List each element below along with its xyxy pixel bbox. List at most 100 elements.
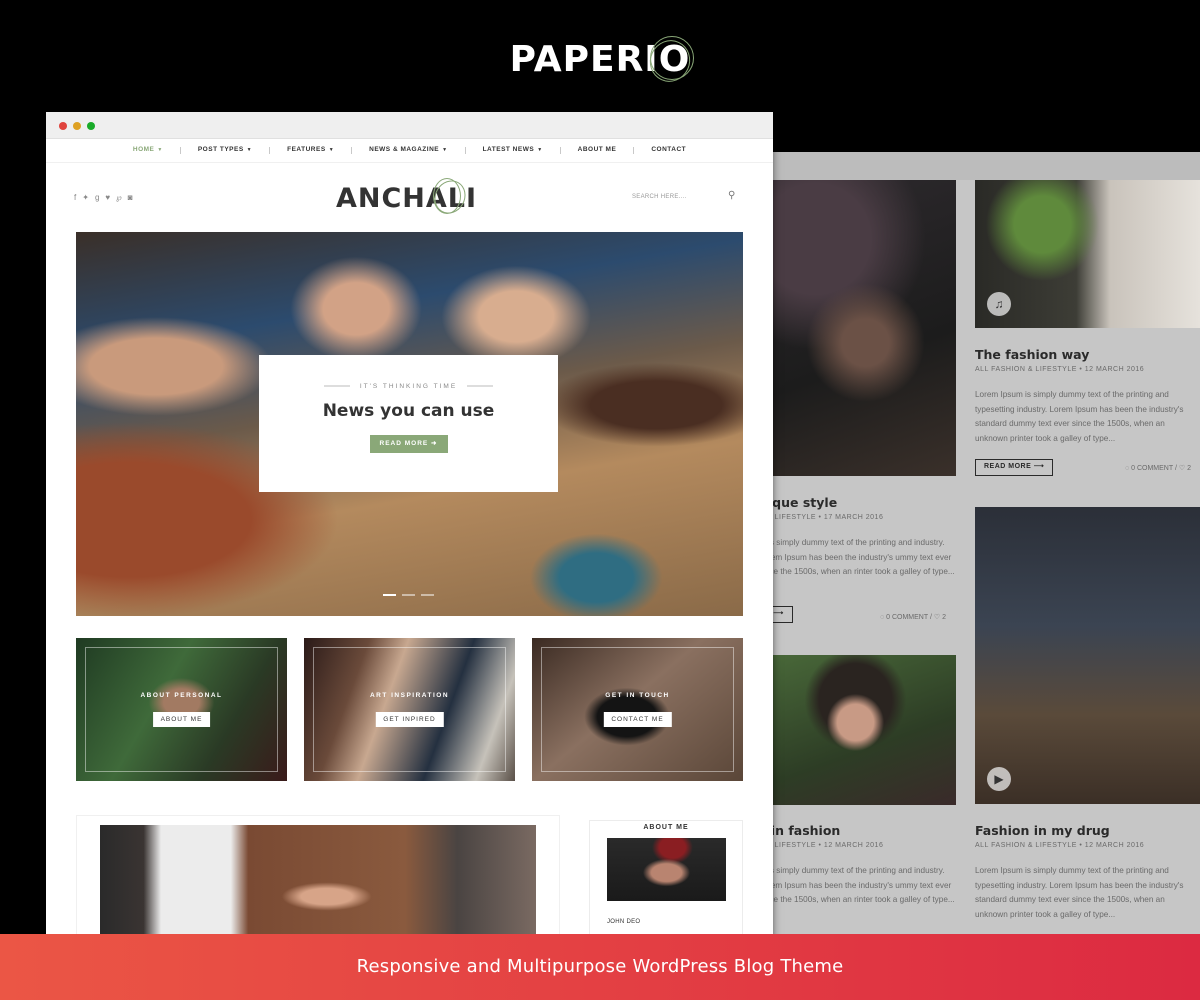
brand-logo: PAPERIO xyxy=(510,30,698,90)
browser-titlebar xyxy=(46,112,773,139)
promo-label: ART INSPIRATION xyxy=(369,692,450,699)
post-category[interactable]: ALL FASHION & LIFESTYLE xyxy=(975,366,1077,373)
brand-header: PAPERIO xyxy=(0,30,1200,90)
post-title[interactable]: The fashion way xyxy=(975,347,1089,362)
post-image-bike[interactable]: ♫ xyxy=(975,180,1200,328)
pinterest-icon[interactable]: ℘ xyxy=(116,193,128,202)
promo-frame xyxy=(541,647,734,772)
author-photo xyxy=(607,838,726,901)
post-meta: ALL FASHION & LIFESTYLE • 12 MARCH 2016 xyxy=(975,842,1144,849)
nav-divider xyxy=(269,147,271,154)
nav-divider xyxy=(633,147,635,154)
promo-frame xyxy=(313,647,506,772)
tagline-text: Responsive and Multipurpose WordPress Bl… xyxy=(356,956,844,977)
close-window-dot[interactable] xyxy=(59,122,67,130)
chevron-down-icon: ▼ xyxy=(537,147,543,153)
post-date: 12 MARCH 2016 xyxy=(1084,842,1145,849)
hero-kicker-text: IT'S THINKING TIME xyxy=(359,383,458,390)
heart-icon[interactable]: ♡ xyxy=(934,614,940,621)
author-name: JOHN DEO xyxy=(607,919,641,925)
instagram-icon[interactable]: ◙ xyxy=(128,193,139,202)
post-excerpt: Lorem Ipsum is simply dummy text of the … xyxy=(975,390,1184,443)
nav-features[interactable]: FEATURES ▼ xyxy=(287,146,334,153)
hero-kicker: IT'S THINKING TIME xyxy=(259,383,558,390)
search-icon[interactable]: ⚲ xyxy=(728,190,735,201)
chevron-down-icon: ▼ xyxy=(442,147,448,153)
kicker-line xyxy=(467,385,494,388)
meta-separator: • xyxy=(816,514,824,521)
slider-dot-3[interactable] xyxy=(421,594,434,596)
button-label: READ MORE xyxy=(379,440,429,447)
read-more-button[interactable]: READ MORE ⟶ xyxy=(975,459,1054,476)
nav-divider xyxy=(559,147,561,154)
heart-icon[interactable]: ♡ xyxy=(1179,465,1185,472)
post-meta: N & LIFESTYLE • 17 MARCH 2016 xyxy=(759,514,883,521)
browser-window: HOME ▼ POST TYPES ▼ FEATURES ▼ NEWS & MAGAZ… xyxy=(46,112,773,942)
slider-dot-1[interactable] xyxy=(383,594,396,596)
chevron-down-icon: ▼ xyxy=(328,147,335,153)
maximize-window-dot[interactable] xyxy=(87,122,95,130)
post-excerpt: m is simply dummy text of the printing a… xyxy=(759,866,955,904)
post-title[interactable]: Fashion in my drug xyxy=(975,823,1110,838)
post-image-legs[interactable]: ▶ xyxy=(975,507,1200,804)
arrow-right-icon: ➜ xyxy=(431,440,438,447)
promo-get-in-touch[interactable]: GET IN TOUCH CONTACT ME xyxy=(532,638,743,781)
post-meta: N & LIFESTYLE • 12 MARCH 2016 xyxy=(759,842,883,849)
showcase-stage: PAPERIO ♫ The fashion way ALL FASHION & … xyxy=(0,0,1200,1000)
search-input[interactable]: SEARCH HERE.... xyxy=(632,194,687,200)
nav-contact[interactable]: CONTACT xyxy=(651,146,686,153)
read-more-label: READ MORE xyxy=(984,463,1032,470)
slider-dot-2[interactable] xyxy=(402,594,415,596)
google-plus-icon[interactable]: g xyxy=(95,193,105,202)
post-category[interactable]: ALL FASHION & LIFESTYLE xyxy=(975,842,1077,849)
like-count: 2 xyxy=(942,614,946,621)
hero-read-more-button[interactable]: READ MORE ➜ xyxy=(369,435,448,453)
contact-me-button[interactable]: CONTACT ME xyxy=(603,712,672,727)
promo-about-personal[interactable]: ABOUT PERSONAL ABOUT ME xyxy=(76,638,287,781)
post-date: 12 MARCH 2016 xyxy=(1084,366,1145,373)
site-header: f✦g♥℘◙ ANCHALI SEARCH HERE.... ⚲ xyxy=(46,163,773,231)
meta-separator: • xyxy=(1076,842,1085,849)
play-icon[interactable]: ▶ xyxy=(987,767,1011,791)
nav-divider xyxy=(179,147,181,154)
post-date: 17 MARCH 2016 xyxy=(823,514,884,521)
nav-news-magazine[interactable]: NEWS & MAGAZINE ▼ xyxy=(369,146,447,153)
kicker-line xyxy=(323,385,350,388)
promo-label: ABOUT PERSONAL xyxy=(140,692,223,699)
post-image-flowers[interactable] xyxy=(755,180,956,476)
nav-divider xyxy=(351,147,353,154)
minimize-window-dot[interactable] xyxy=(73,122,81,130)
promo-art-inspiration[interactable]: ART INSPIRATION GET INPIRED xyxy=(304,638,515,781)
get-inspired-button[interactable]: GET INPIRED xyxy=(375,712,444,727)
nav-home[interactable]: HOME ▼ xyxy=(133,146,163,153)
nav-about-me[interactable]: ABOUT ME xyxy=(578,146,617,153)
nav-post-types[interactable]: POST TYPES ▼ xyxy=(198,146,252,153)
social-links: f✦g♥℘◙ xyxy=(74,193,139,202)
about-me-button[interactable]: ABOUT ME xyxy=(152,712,211,727)
comment-count[interactable]: 0 COMMENT xyxy=(1131,465,1173,472)
heart-icon[interactable]: ♥ xyxy=(105,193,116,202)
site-logo[interactable]: ANCHALI xyxy=(336,174,477,220)
comment-count[interactable]: 0 COMMENT xyxy=(886,614,928,621)
music-icon[interactable]: ♫ xyxy=(987,292,1011,316)
arrow-right-icon: ⟶ xyxy=(1033,463,1045,470)
hero-slider[interactable]: IT'S THINKING TIME News you can use READ… xyxy=(76,232,743,616)
post-image-portrait[interactable] xyxy=(755,655,956,805)
stat-separator: / xyxy=(1174,465,1177,472)
tagline-band: Responsive and Multipurpose WordPress Bl… xyxy=(0,934,1200,1000)
post-date: 12 MARCH 2016 xyxy=(823,842,884,849)
comment-icon: ◌ xyxy=(1125,465,1130,472)
post-excerpt: m is simply dummy text of the printing a… xyxy=(759,538,955,576)
twitter-icon[interactable]: ✦ xyxy=(82,193,95,202)
back-preview-header xyxy=(755,152,1200,180)
slider-pagination xyxy=(383,594,440,596)
post-stats: ◌ 0 COMMENT / ♡ 2 xyxy=(880,613,946,621)
meta-separator: • xyxy=(1076,366,1085,373)
featured-post-image[interactable] xyxy=(100,825,536,942)
nav-latest-news[interactable]: LATEST NEWS ▼ xyxy=(483,146,543,153)
hero-title: News you can use xyxy=(322,401,495,421)
facebook-icon[interactable]: f xyxy=(74,193,82,202)
post-stats: ◌ 0 COMMENT / ♡ 2 xyxy=(1125,464,1191,472)
comment-icon: ◌ xyxy=(880,614,885,621)
hero-caption: IT'S THINKING TIME News you can use READ… xyxy=(259,355,558,492)
